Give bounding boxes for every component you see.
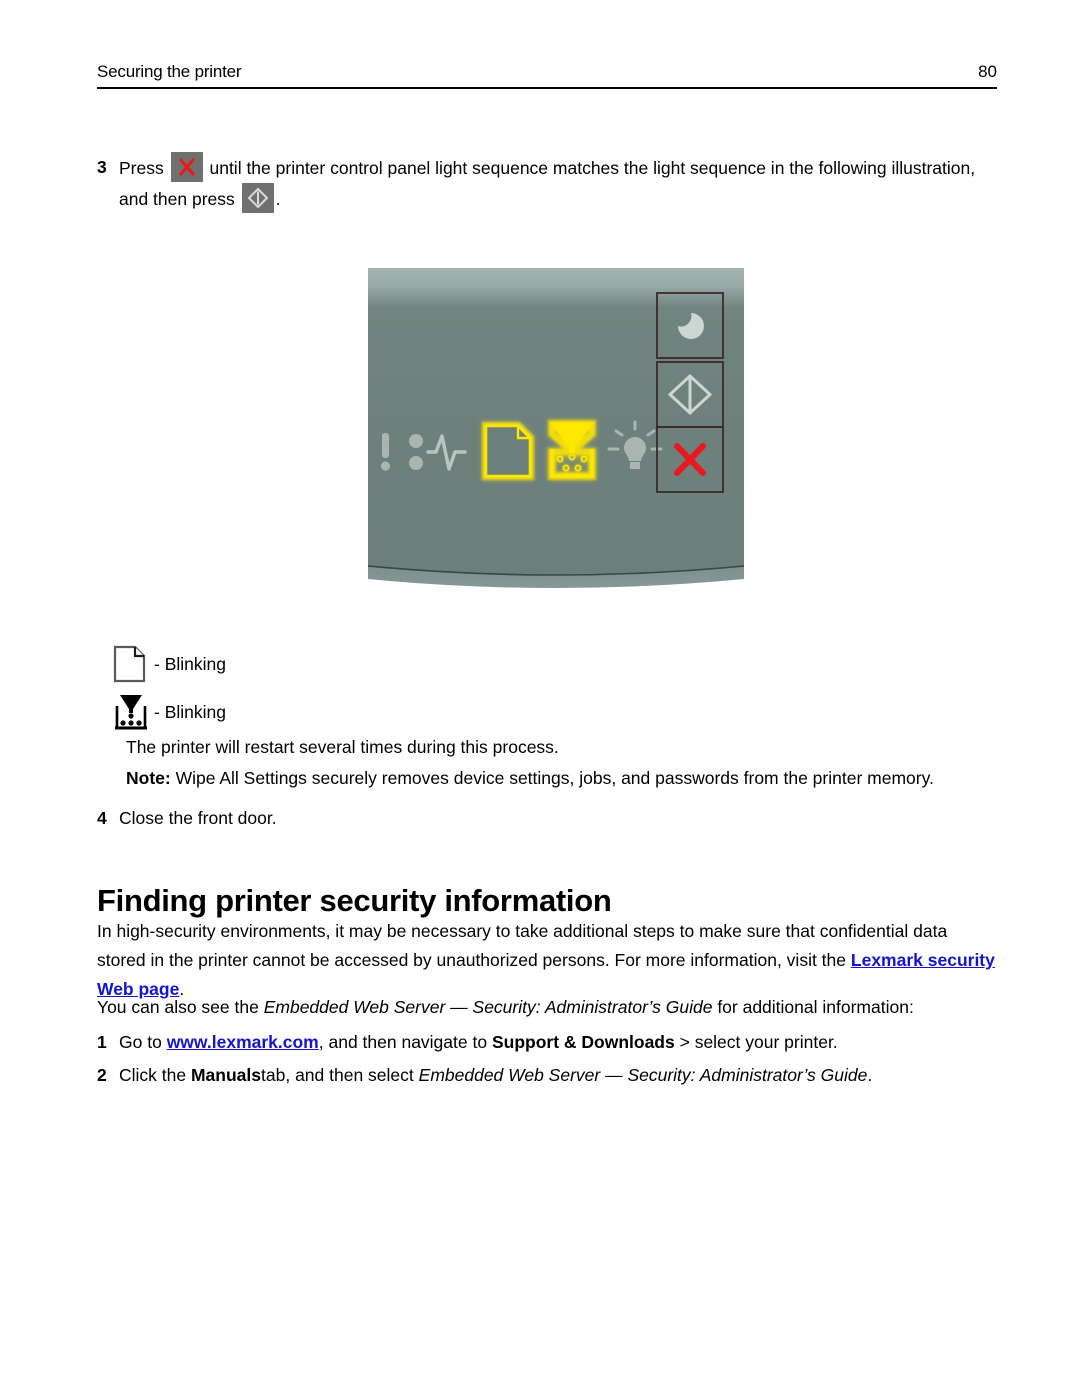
- legend-load-paper-text: - Blinking: [154, 653, 226, 674]
- load-paper-icon: [112, 644, 148, 684]
- lexmark-com-link[interactable]: www.lexmark.com: [167, 1032, 319, 1052]
- legend-item-toner: - Blinking: [112, 692, 226, 732]
- list-1-mid: , and then navigate to: [318, 1032, 488, 1052]
- legend-toner-text: - Blinking: [154, 701, 226, 722]
- restart-note: The printer will restart several times d…: [126, 737, 559, 757]
- error-icon-svg: [380, 433, 391, 471]
- step-3-text-before: Press: [119, 158, 164, 178]
- also-see-suffix: for additional information:: [717, 997, 914, 1017]
- also-see-paragraph: You can also see the Embedded Web Server…: [97, 993, 997, 1022]
- guide-title: Embedded Web Server — Security: Administ…: [263, 997, 713, 1017]
- step-3-number: 3: [97, 157, 107, 177]
- intro-text: In high-security environments, it may be…: [97, 921, 948, 970]
- list-item-2-text: Click the Manualstab, and then select Em…: [119, 1060, 997, 1090]
- toner-icon: [112, 692, 148, 732]
- wipe-note: Note: Wipe All Settings securely removes…: [126, 764, 1006, 793]
- intro-paragraph: In high-security environments, it may be…: [97, 917, 997, 1004]
- page-header-title: Securing the printer: [97, 62, 242, 81]
- page-header: Securing the printer 80: [97, 62, 997, 89]
- list-item-2: 2 Click the Manualstab, and then select …: [97, 1060, 997, 1090]
- note-text: Wipe All Settings securely removes devic…: [175, 768, 934, 788]
- step-3-text: Press until the printer control panel li…: [119, 152, 997, 214]
- step-3-text-end: .: [275, 189, 281, 209]
- step-4-number: 4: [97, 808, 107, 828]
- list-item-2-number: 2: [97, 1065, 107, 1085]
- list-item-1-text: Go to www.lexmark.com, and then navigate…: [119, 1027, 997, 1057]
- step-4-text: Close the front door.: [119, 808, 277, 828]
- printer-control-panel-illustration: [366, 266, 746, 596]
- list-2-pre: Click the: [119, 1065, 187, 1085]
- page-title: Finding printer security information: [97, 882, 612, 918]
- start-diamond-button-inline[interactable]: [241, 183, 274, 213]
- support-downloads-path: Support & Downloads: [491, 1032, 675, 1052]
- list-1-pre: Go to: [119, 1032, 162, 1052]
- list-item-1: 1 Go to www.lexmark.com, and then naviga…: [97, 1027, 997, 1057]
- load-paper-icon-svg: [481, 421, 535, 481]
- list-2-post: .: [867, 1065, 873, 1085]
- step-4: 4 Close the front door.: [97, 803, 997, 833]
- manuals-tab-label: Manuals: [190, 1065, 262, 1085]
- note-label: Note:: [126, 768, 171, 788]
- list-1-post: > select your printer.: [679, 1032, 838, 1052]
- cancel-x-button-inline[interactable]: [170, 152, 203, 182]
- step-3: 3 Press until the printer control panel …: [97, 152, 997, 214]
- guide-title-2: Embedded Web Server — Security: Administ…: [418, 1065, 868, 1085]
- also-see-prefix: You can also see the: [97, 997, 259, 1017]
- list-2-mid: tab, and then select: [261, 1065, 414, 1085]
- legend-item-load-paper: - Blinking: [112, 644, 226, 684]
- page-number: 80: [978, 62, 997, 81]
- list-item-1-number: 1: [97, 1032, 107, 1052]
